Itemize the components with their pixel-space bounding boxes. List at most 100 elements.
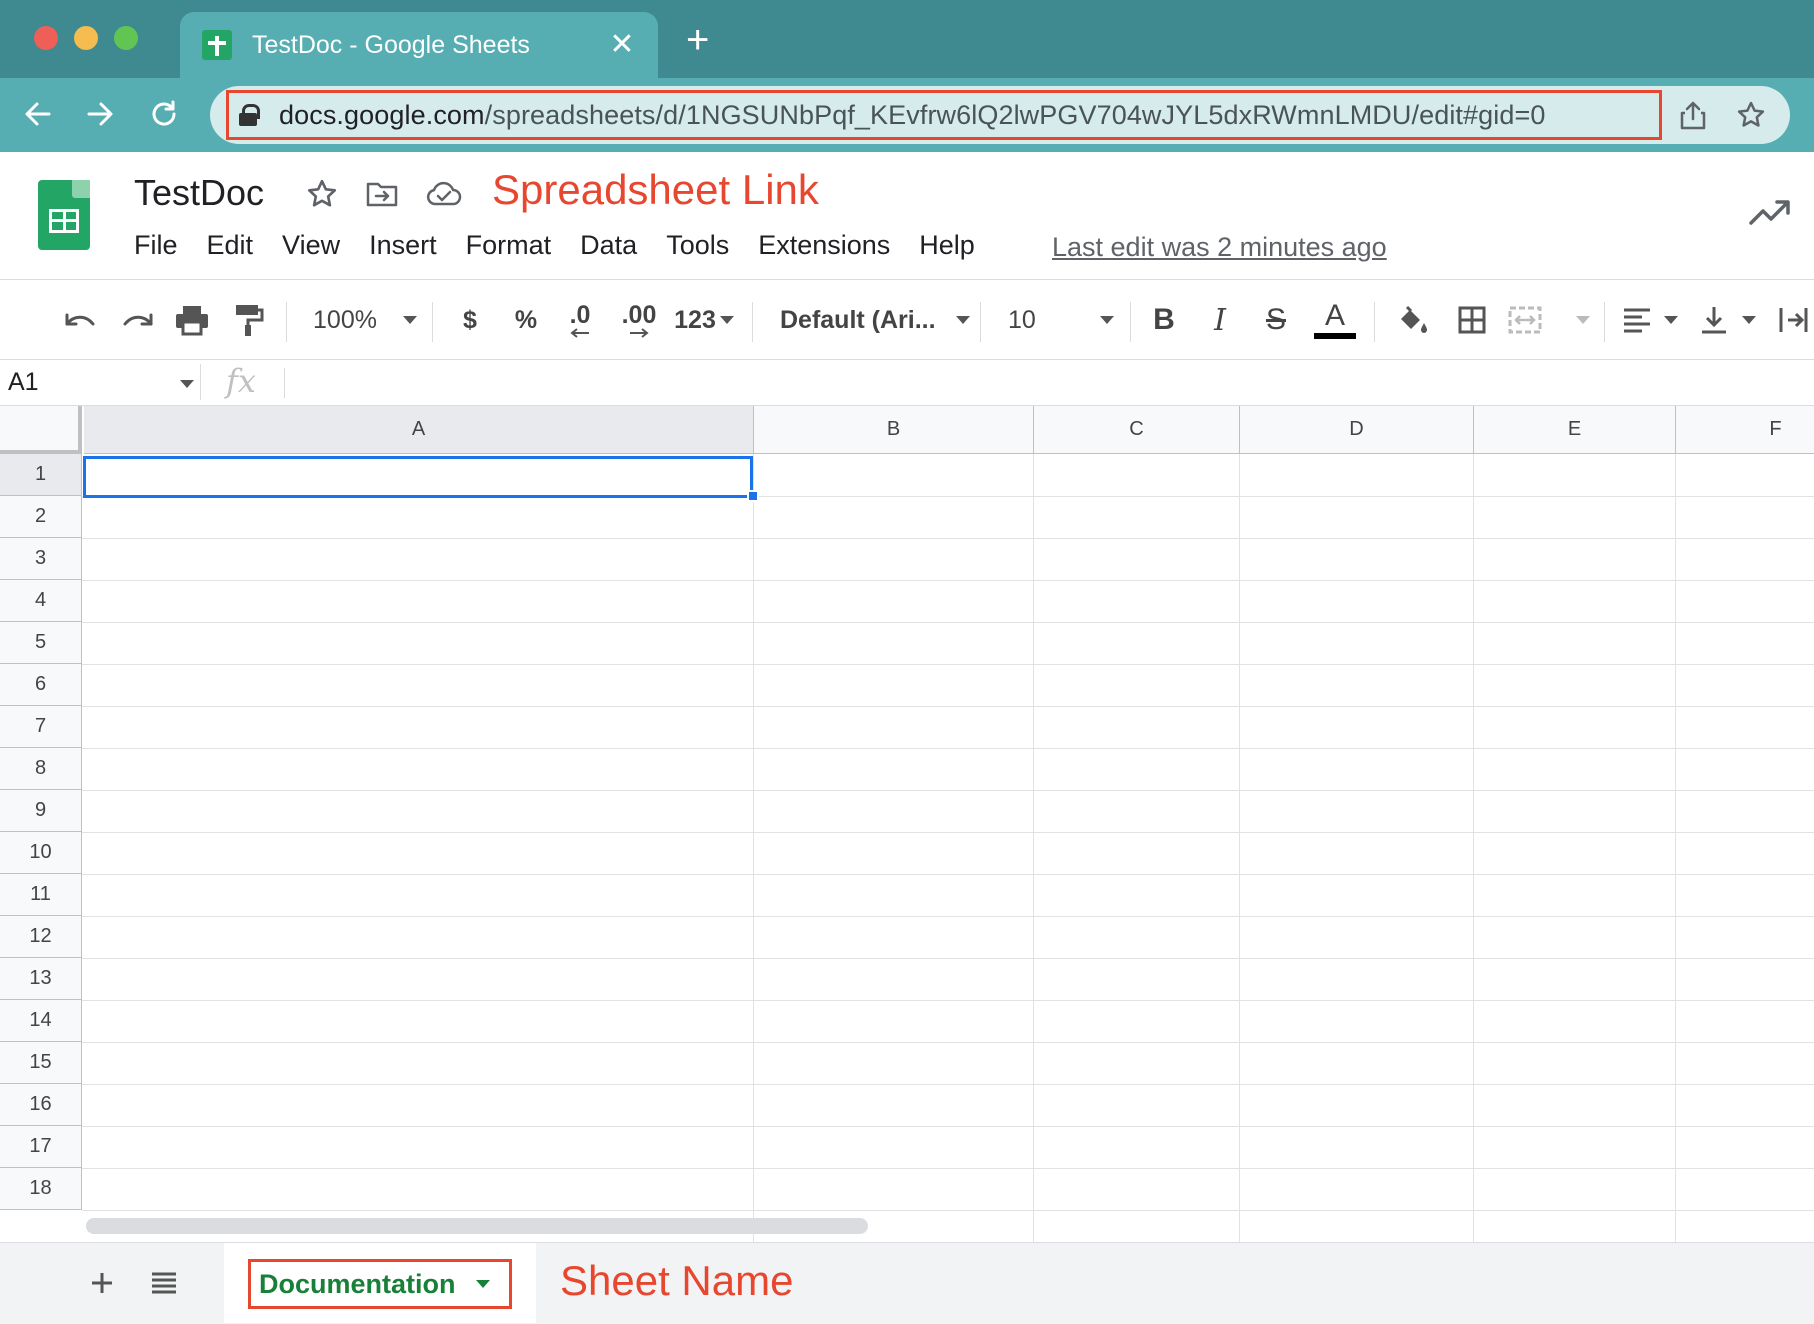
name-box[interactable]: A1 <box>8 368 39 397</box>
list-icon <box>152 1272 176 1294</box>
fill-color-icon[interactable] <box>1390 300 1434 340</box>
paint-format-icon[interactable] <box>226 300 270 340</box>
last-edit-link[interactable]: Last edit was 2 minutes ago <box>1052 232 1387 263</box>
row-header-7[interactable]: 7 <box>0 706 82 748</box>
menu-format[interactable]: Format <box>466 230 552 261</box>
row-header-18[interactable]: 18 <box>0 1168 82 1210</box>
column-header-c[interactable]: C <box>1034 406 1240 454</box>
row-header-10[interactable]: 10 <box>0 832 82 874</box>
horizontal-align-icon[interactable] <box>1622 300 1678 340</box>
menu-tools[interactable]: Tools <box>666 230 729 261</box>
menu-data[interactable]: Data <box>580 230 637 261</box>
row-header-17[interactable]: 17 <box>0 1126 82 1168</box>
font-family-select[interactable]: Default (Ari... <box>780 300 970 340</box>
window-close-button[interactable] <box>34 26 58 50</box>
chevron-down-icon <box>402 316 417 324</box>
toolbar-divider <box>1374 302 1375 342</box>
active-cell-a1[interactable] <box>83 456 753 498</box>
sheet-tab-documentation[interactable]: Documentation <box>224 1243 536 1323</box>
row-header-15[interactable]: 15 <box>0 1042 82 1084</box>
menu-help[interactable]: Help <box>919 230 975 261</box>
chevron-down-icon[interactable] <box>475 1280 490 1288</box>
sheet-tab-annotation-box[interactable]: Documentation <box>248 1259 512 1309</box>
row-header-1[interactable]: 1 <box>0 454 82 496</box>
zoom-select[interactable]: 100% <box>310 300 420 340</box>
horizontal-scrollbar[interactable] <box>86 1218 868 1234</box>
font-size-select[interactable]: 10 <box>1008 300 1114 340</box>
all-sheets-button[interactable] <box>142 1261 186 1305</box>
sheet-name-annotation: Sheet Name <box>560 1257 794 1304</box>
borders-icon[interactable] <box>1450 300 1494 340</box>
window-minimize-button[interactable] <box>74 26 98 50</box>
url-text[interactable]: docs.google.com/spreadsheets/d/1NGSUNbPq… <box>279 100 1545 131</box>
add-sheet-button[interactable] <box>80 1261 124 1305</box>
chevron-down-icon[interactable] <box>180 380 194 388</box>
gridline <box>82 1084 1814 1085</box>
undo-icon[interactable] <box>58 300 102 340</box>
sheets-logo-icon[interactable] <box>38 180 90 250</box>
column-header-d[interactable]: D <box>1240 406 1474 454</box>
gridline <box>82 832 1814 833</box>
decrease-decimal-button[interactable]: .0 <box>556 300 604 340</box>
row-header-11[interactable]: 11 <box>0 874 82 916</box>
toolbar-divider <box>1130 302 1131 342</box>
redo-icon[interactable] <box>116 300 160 340</box>
fill-handle[interactable] <box>747 490 759 502</box>
url-annotation-box[interactable]: docs.google.com/spreadsheets/d/1NGSUNbPq… <box>226 90 1662 140</box>
column-header-b[interactable]: B <box>754 406 1034 454</box>
column-header-a[interactable]: A <box>84 406 754 454</box>
new-tab-button[interactable]: + <box>686 20 709 60</box>
menu-view[interactable]: View <box>282 230 340 261</box>
select-all-corner[interactable] <box>0 406 82 454</box>
merge-cells-icon[interactable] <box>1508 300 1590 340</box>
lock-icon[interactable] <box>239 104 260 126</box>
row-header-4[interactable]: 4 <box>0 580 82 622</box>
menu-edit[interactable]: Edit <box>207 230 254 261</box>
cloud-saved-icon[interactable] <box>426 176 462 212</box>
forward-arrow-icon[interactable] <box>78 92 122 136</box>
move-folder-icon[interactable] <box>364 176 400 212</box>
share-icon[interactable] <box>1676 98 1710 132</box>
row-header-5[interactable]: 5 <box>0 622 82 664</box>
menu-file[interactable]: File <box>134 230 178 261</box>
increase-decimal-button[interactable]: .00 <box>612 300 666 340</box>
reload-icon[interactable] <box>142 92 186 136</box>
back-arrow-icon[interactable] <box>16 92 60 136</box>
gridline <box>82 874 1814 875</box>
print-icon[interactable] <box>170 300 214 340</box>
row-header-2[interactable]: 2 <box>0 496 82 538</box>
vertical-align-icon[interactable] <box>1700 300 1756 340</box>
text-color-label: A <box>1324 299 1345 332</box>
row-header-12[interactable]: 12 <box>0 916 82 958</box>
spreadsheet-grid[interactable]: A B C D E F 1 2 3 4 5 6 7 8 9 10 11 12 1… <box>0 406 1814 1242</box>
menu-extensions[interactable]: Extensions <box>758 230 890 261</box>
omnibox[interactable]: docs.google.com/spreadsheets/d/1NGSUNbPq… <box>210 86 1790 144</box>
strikethrough-button[interactable]: S <box>1254 300 1298 340</box>
row-header-6[interactable]: 6 <box>0 664 82 706</box>
trending-up-icon[interactable] <box>1748 196 1792 228</box>
row-header-16[interactable]: 16 <box>0 1084 82 1126</box>
menu-insert[interactable]: Insert <box>369 230 437 261</box>
column-header-e[interactable]: E <box>1474 406 1676 454</box>
column-header-f[interactable]: F <box>1676 406 1814 454</box>
text-wrap-icon[interactable] <box>1776 300 1810 340</box>
row-header-13[interactable]: 13 <box>0 958 82 1000</box>
currency-button[interactable]: $ <box>448 300 492 340</box>
bold-button[interactable]: B <box>1142 300 1186 340</box>
toolbar-divider <box>752 302 753 342</box>
row-header-14[interactable]: 14 <box>0 1000 82 1042</box>
percent-button[interactable]: % <box>504 300 548 340</box>
browser-tab-strip: TestDoc - Google Sheets ✕ + <box>0 0 1814 78</box>
document-title[interactable]: TestDoc <box>134 172 264 214</box>
row-header-8[interactable]: 8 <box>0 748 82 790</box>
tab-close-icon[interactable]: ✕ <box>608 30 636 60</box>
more-formats-button[interactable]: 123 <box>670 300 738 340</box>
text-color-button[interactable]: A <box>1312 300 1358 340</box>
row-header-3[interactable]: 3 <box>0 538 82 580</box>
star-icon[interactable] <box>304 176 340 212</box>
window-zoom-button[interactable] <box>114 26 138 50</box>
italic-button[interactable]: I <box>1198 300 1242 340</box>
bookmark-star-icon[interactable] <box>1734 98 1768 132</box>
browser-tab[interactable]: TestDoc - Google Sheets ✕ <box>180 12 658 78</box>
row-header-9[interactable]: 9 <box>0 790 82 832</box>
